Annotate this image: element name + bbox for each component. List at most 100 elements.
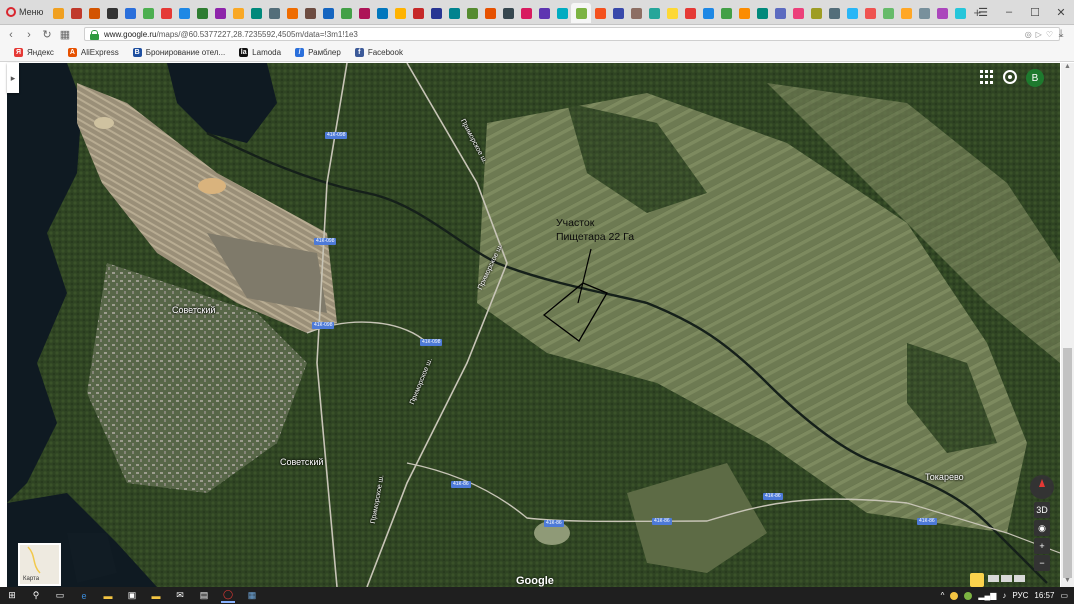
- browser-tab[interactable]: [139, 3, 157, 23]
- map-layer-switcher[interactable]: Карта: [18, 543, 61, 586]
- send-icon[interactable]: ▷: [1036, 30, 1042, 39]
- browser-tab[interactable]: [717, 3, 735, 23]
- browser-tab[interactable]: [699, 3, 717, 23]
- account-avatar[interactable]: В: [1026, 69, 1044, 87]
- browser-tab[interactable]: [915, 3, 933, 23]
- opera-taskbar-icon[interactable]: ◯: [221, 589, 235, 603]
- compass-icon[interactable]: [1030, 475, 1054, 499]
- bookmark-item[interactable]: / Рамблер: [295, 48, 341, 57]
- browser-tab[interactable]: [735, 3, 753, 23]
- download-icon[interactable]: ⤓: [1054, 28, 1068, 41]
- tray-app-icon[interactable]: [950, 591, 959, 600]
- speed-dial-icon[interactable]: ▦: [58, 28, 72, 41]
- browser-tab[interactable]: [319, 3, 337, 23]
- bookmark-item[interactable]: Я Яндекс: [14, 48, 54, 57]
- scroll-down-icon[interactable]: ▼: [1061, 577, 1074, 587]
- file-explorer-icon[interactable]: ▬: [101, 589, 115, 603]
- bookmark-item[interactable]: la Lamoda: [239, 48, 281, 57]
- heart-icon[interactable]: ♡: [1046, 30, 1053, 39]
- satellite-map[interactable]: Советский Советский Токарево Приморское …: [7, 63, 1060, 587]
- browser-tab[interactable]: [247, 3, 265, 23]
- app-icon[interactable]: ▦: [245, 589, 259, 603]
- browser-tab[interactable]: [753, 3, 771, 23]
- browser-tab[interactable]: [49, 3, 67, 23]
- browser-tab[interactable]: [355, 3, 373, 23]
- scrollbar-thumb[interactable]: [1063, 348, 1072, 578]
- browser-tab[interactable]: [463, 3, 481, 23]
- browser-tab[interactable]: [609, 3, 627, 23]
- browser-tab[interactable]: [193, 3, 211, 23]
- browser-tab[interactable]: [337, 3, 355, 23]
- opera-menu-button[interactable]: Меню: [0, 0, 49, 24]
- browser-tab[interactable]: [301, 3, 319, 23]
- browser-tab[interactable]: [771, 3, 789, 23]
- browser-tab[interactable]: [229, 3, 247, 23]
- folder-icon[interactable]: ▬: [149, 589, 163, 603]
- browser-tab[interactable]: [373, 3, 391, 23]
- browser-tab[interactable]: [283, 3, 301, 23]
- back-button[interactable]: ‹: [4, 29, 18, 41]
- browser-tab[interactable]: [103, 3, 121, 23]
- browser-tab[interactable]: [681, 3, 699, 23]
- browser-tab[interactable]: [879, 3, 897, 23]
- browser-tab[interactable]: [499, 3, 517, 23]
- bookmark-item[interactable]: f Facebook: [354, 48, 403, 57]
- browser-tab[interactable]: [409, 3, 427, 23]
- start-icon[interactable]: ⊞: [5, 589, 19, 603]
- task-view-icon[interactable]: ▭: [53, 589, 67, 603]
- footer-link[interactable]: [988, 575, 999, 582]
- browser-tab[interactable]: [157, 3, 175, 23]
- store-icon[interactable]: ▣: [125, 589, 139, 603]
- browser-tab[interactable]: [535, 3, 553, 23]
- language-indicator[interactable]: РУС: [1012, 591, 1028, 600]
- browser-tab[interactable]: [175, 3, 193, 23]
- page-scrollbar[interactable]: ▲ ▼: [1061, 63, 1074, 587]
- tabs-menu-icon[interactable]: ☰: [970, 0, 996, 24]
- browser-tab[interactable]: [933, 3, 951, 23]
- footer-link[interactable]: [1014, 575, 1025, 582]
- apps-grid-icon[interactable]: [979, 70, 993, 84]
- search-icon[interactable]: ⚲: [29, 589, 43, 603]
- reload-button[interactable]: ↻: [40, 28, 54, 41]
- browser-tab[interactable]: [627, 3, 645, 23]
- browser-tab[interactable]: [897, 3, 915, 23]
- browser-tab[interactable]: [663, 3, 681, 23]
- browser-tab[interactable]: [265, 3, 283, 23]
- browser-tab[interactable]: [571, 3, 592, 23]
- tray-app-icon[interactable]: [964, 591, 973, 600]
- photos-icon[interactable]: ▤: [197, 589, 211, 603]
- browser-tab[interactable]: [445, 3, 463, 23]
- browser-tab[interactable]: [591, 3, 609, 23]
- browser-tab[interactable]: [121, 3, 139, 23]
- browser-tab[interactable]: [553, 3, 571, 23]
- mail-icon[interactable]: ✉: [173, 589, 187, 603]
- opera-turbo-icon[interactable]: ◎: [1025, 30, 1032, 39]
- browser-tab[interactable]: [843, 3, 861, 23]
- browser-tab[interactable]: [861, 3, 879, 23]
- tilt-3d-button[interactable]: 3D: [1034, 502, 1050, 518]
- bookmark-item[interactable]: A AliExpress: [67, 48, 119, 57]
- close-button[interactable]: ✕: [1048, 0, 1074, 24]
- my-location-icon[interactable]: ◉: [1034, 520, 1050, 536]
- forward-button[interactable]: ›: [22, 29, 36, 41]
- zoom-in-button[interactable]: +: [1034, 538, 1050, 554]
- browser-tab[interactable]: [807, 3, 825, 23]
- bookmark-item[interactable]: B Бронирование отел...: [132, 48, 225, 57]
- tray-chevron-icon[interactable]: ^: [941, 591, 945, 600]
- action-center-icon[interactable]: ▭: [1060, 591, 1068, 600]
- volume-icon[interactable]: ♪: [1002, 591, 1006, 600]
- browser-tab[interactable]: [825, 3, 843, 23]
- browser-tab[interactable]: [85, 3, 103, 23]
- browser-tab[interactable]: [67, 3, 85, 23]
- browser-tab[interactable]: [391, 3, 409, 23]
- browser-tab[interactable]: [517, 3, 535, 23]
- maximize-button[interactable]: ☐: [1022, 0, 1048, 24]
- browser-tab[interactable]: [645, 3, 663, 23]
- address-bar[interactable]: www.google.ru/maps/@60.5377227,28.723559…: [84, 27, 1060, 41]
- browser-tab[interactable]: [951, 3, 969, 23]
- footer-link[interactable]: [1001, 575, 1012, 582]
- side-panel-toggle[interactable]: ▸: [7, 63, 19, 93]
- clock[interactable]: 16:57: [1034, 591, 1054, 600]
- browser-tab[interactable]: [481, 3, 499, 23]
- browser-tab[interactable]: [211, 3, 229, 23]
